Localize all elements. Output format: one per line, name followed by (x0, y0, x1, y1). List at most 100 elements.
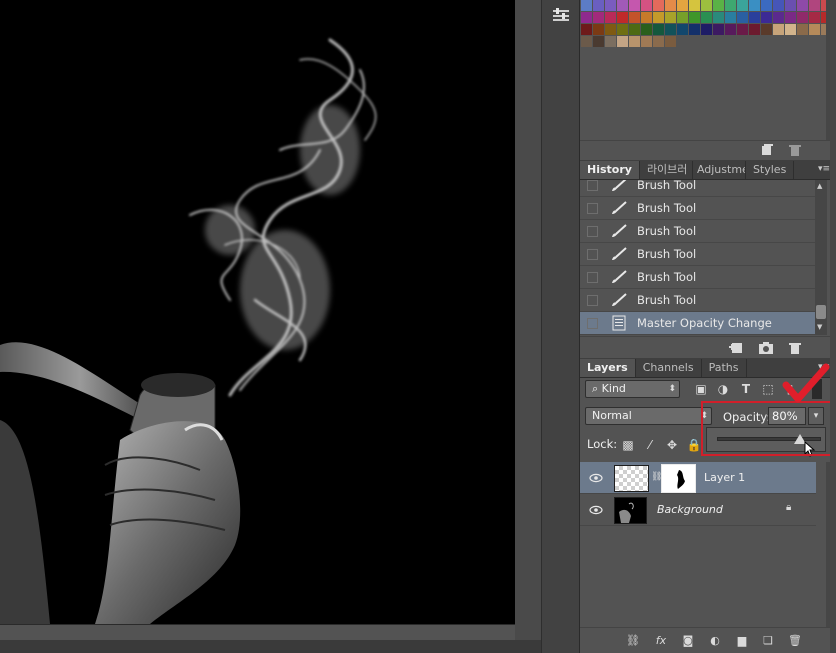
history-snapshot-checkbox[interactable] (587, 225, 598, 237)
history-snapshot-checkbox[interactable] (587, 180, 598, 191)
color-swatch[interactable] (629, 36, 640, 47)
color-swatch[interactable] (617, 0, 628, 11)
tab-paths[interactable]: Paths (702, 359, 747, 377)
color-swatch[interactable] (665, 12, 676, 23)
color-swatch[interactable] (605, 0, 616, 11)
tab-adjustments[interactable]: Adjustme (693, 161, 746, 179)
new-group-icon[interactable]: ▆ (734, 633, 750, 647)
color-swatch[interactable] (593, 24, 604, 35)
layer-row-layer-1[interactable]: ⛓ Layer 1 (580, 462, 816, 494)
color-swatch[interactable] (797, 24, 808, 35)
color-swatch[interactable] (653, 0, 664, 11)
color-swatch[interactable] (665, 36, 676, 47)
color-swatch[interactable] (713, 0, 724, 11)
color-swatch[interactable] (677, 24, 688, 35)
new-layer-icon[interactable]: ❏ (760, 633, 776, 647)
color-swatch[interactable] (701, 0, 712, 11)
color-swatch[interactable] (713, 24, 724, 35)
lock-image-pixels-icon[interactable]: ⁄ (641, 436, 659, 454)
trash-icon[interactable] (788, 341, 802, 355)
layer-mask-thumbnail[interactable] (661, 464, 696, 493)
color-swatch[interactable] (581, 12, 592, 23)
color-swatch[interactable] (677, 12, 688, 23)
layer-thumbnail[interactable] (614, 465, 649, 492)
history-state-row[interactable]: Brush Tool (580, 243, 815, 266)
color-swatch[interactable] (749, 12, 760, 23)
color-swatch[interactable] (689, 0, 700, 11)
trash-icon[interactable]: 🗑︎ (787, 633, 803, 647)
color-swatch[interactable] (689, 12, 700, 23)
color-swatch[interactable] (797, 12, 808, 23)
type-layer-filter-icon[interactable]: T (737, 380, 755, 398)
color-swatch[interactable] (605, 12, 616, 23)
color-swatch[interactable] (725, 12, 736, 23)
history-scrollbar[interactable]: ▲ ▼ (815, 180, 827, 335)
color-swatch[interactable] (725, 24, 736, 35)
color-swatch[interactable] (593, 12, 604, 23)
color-swatch[interactable] (725, 0, 736, 11)
color-swatch[interactable] (617, 36, 628, 47)
color-swatch[interactable] (737, 24, 748, 35)
adjustment-layer-icon[interactable]: ◐ (707, 633, 723, 647)
lock-transparent-pixels-icon[interactable]: ▩ (619, 436, 637, 454)
color-swatch[interactable] (653, 12, 664, 23)
scroll-up-icon[interactable]: ▲ (817, 182, 822, 190)
color-swatch[interactable] (581, 24, 592, 35)
adjustment-layer-filter-icon[interactable]: ◑ (714, 380, 732, 398)
color-swatch[interactable] (785, 12, 796, 23)
color-swatch[interactable] (761, 12, 772, 23)
color-swatch[interactable] (785, 24, 796, 35)
history-state-row[interactable]: Brush Tool (580, 180, 815, 197)
color-swatch[interactable] (701, 12, 712, 23)
document-canvas[interactable] (0, 0, 515, 624)
new-swatch-icon[interactable] (760, 144, 774, 156)
properties-panel-button[interactable] (547, 4, 575, 26)
color-swatch[interactable] (773, 0, 784, 11)
panel-menu-icon[interactable]: ▾≡ (818, 164, 830, 174)
history-snapshot-checkbox[interactable] (587, 248, 598, 260)
color-swatch[interactable] (641, 12, 652, 23)
color-swatch[interactable] (809, 24, 820, 35)
layer-name[interactable]: Background (657, 503, 723, 516)
history-snapshot-checkbox[interactable] (587, 317, 598, 329)
color-swatch[interactable] (665, 0, 676, 11)
color-swatch[interactable] (653, 24, 664, 35)
color-swatch[interactable] (749, 24, 760, 35)
color-swatch[interactable] (581, 36, 592, 47)
history-state-row[interactable]: Brush Tool (580, 289, 815, 312)
history-state-row[interactable]: Brush Tool (580, 197, 815, 220)
color-swatch[interactable] (809, 12, 820, 23)
color-swatch[interactable] (749, 0, 760, 11)
color-swatch[interactable] (629, 24, 640, 35)
color-swatch[interactable] (713, 12, 724, 23)
color-swatch[interactable] (761, 24, 772, 35)
color-swatch[interactable] (773, 12, 784, 23)
color-swatch[interactable] (605, 24, 616, 35)
color-swatch[interactable] (641, 0, 652, 11)
trash-icon[interactable] (788, 144, 802, 156)
layer-row-background[interactable]: Background 🔒︎ (580, 494, 816, 526)
history-state-row[interactable]: Master Opacity Change (580, 312, 815, 335)
pixel-layer-filter-icon[interactable]: ▣ (692, 380, 710, 398)
color-swatch[interactable] (605, 36, 616, 47)
lock-position-icon[interactable]: ✥ (663, 436, 681, 454)
filter-kind-select[interactable]: ⌕ Kind ⬍ (585, 380, 680, 398)
history-snapshot-checkbox[interactable] (587, 294, 598, 306)
history-scroll-thumb[interactable] (816, 305, 826, 319)
blend-mode-select[interactable]: Normal ⬍ (585, 407, 712, 425)
fx-icon[interactable]: fx (653, 633, 669, 647)
color-swatch[interactable] (737, 0, 748, 11)
add-mask-icon[interactable]: ◙ (680, 633, 696, 647)
color-swatch[interactable] (641, 36, 652, 47)
color-swatch[interactable] (677, 0, 688, 11)
visibility-eye-icon[interactable] (589, 471, 603, 485)
color-swatch[interactable] (689, 24, 700, 35)
camera-icon[interactable] (758, 341, 774, 355)
color-swatch[interactable] (653, 36, 664, 47)
color-swatch[interactable] (773, 24, 784, 35)
shape-layer-filter-icon[interactable]: ⬚ (759, 380, 777, 398)
color-swatch[interactable] (797, 0, 808, 11)
layer-name[interactable]: Layer 1 (704, 471, 745, 484)
color-swatch[interactable] (617, 12, 628, 23)
link-layers-icon[interactable]: ⛓ (625, 633, 641, 647)
